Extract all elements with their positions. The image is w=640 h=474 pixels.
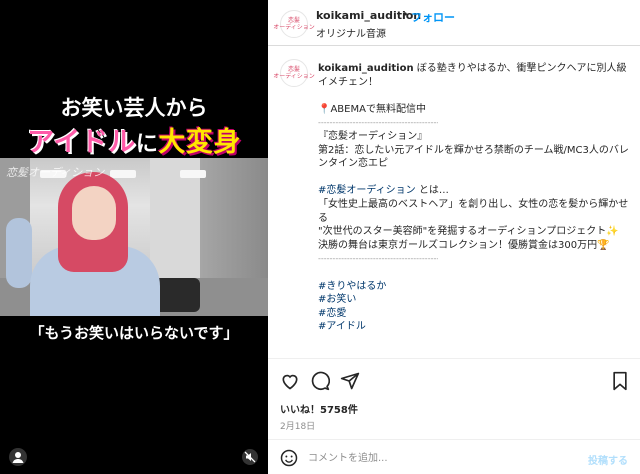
headline-idol: アイドル (27, 127, 136, 158)
avatar[interactable]: 恋髪 オーディション (273, 10, 315, 38)
caption-divider: ----------------------------------------… (318, 254, 438, 264)
caption-desc1: 「女性史上最高のベストヘア」を創り出し、女性の恋を髪から輝かせる (318, 198, 629, 224)
comment-input[interactable] (308, 448, 568, 468)
separator-dot: • (402, 8, 409, 21)
headline-particle: に (135, 132, 159, 157)
heart-icon[interactable] (280, 371, 300, 391)
video-subtitle: 「もうお笑いはいらないです」 (29, 324, 239, 342)
hashtag-link[interactable]: #きりやはるか (318, 280, 630, 294)
video-headline-line1: お笑い芸人から (60, 96, 208, 120)
hashtag-link[interactable]: #恋愛 (318, 307, 630, 321)
audio-label[interactable]: オリジナル音源 (316, 25, 386, 40)
emoji-icon[interactable] (280, 449, 298, 467)
mute-icon[interactable] (242, 449, 258, 465)
post-date[interactable]: 2月18日 (280, 419, 315, 432)
comment-bar: 投稿する (268, 439, 640, 474)
caption-divider: ----------------------------------------… (318, 118, 438, 128)
caption-about-text: とは… (415, 185, 449, 197)
reel-video[interactable]: お笑い芸人から アイドルに大変身 恋髪オーディション 「もうお笑いはいらないです… (0, 0, 268, 474)
avatar[interactable]: 恋髪 オーディション (273, 59, 315, 87)
caption-title: 『恋髪オーディション』 (318, 130, 428, 142)
caption-desc2: "次世代のスター美容師"を発掘するオーディションプロジェクト✨ (318, 226, 619, 238)
caption-abema: 📍ABEMAで無料配信中 (318, 103, 426, 115)
post-header: 恋髪 オーディション koikami_audition • フォロー オリジナル… (268, 0, 640, 46)
hashtag-link[interactable]: #お笑い (318, 293, 630, 307)
post-sidebar: 恋髪 オーディション koikami_audition • フォロー オリジナル… (268, 0, 640, 474)
hashtag-link[interactable]: #恋髪オーディション (318, 185, 416, 196)
caption-about: #恋髪オーディション とは… (318, 184, 630, 198)
caption-final: 決勝の舞台は東京ガールズコレクション！優勝賞金は300万円🏆 (318, 239, 610, 251)
like-count[interactable]: いいね！5758件 (280, 401, 358, 416)
person-arm (6, 218, 32, 288)
follow-button[interactable]: フォロー (411, 9, 455, 25)
user-tag-icon[interactable] (9, 448, 27, 466)
caption-area: 恋髪 オーディション koikami_audition ぼる塾きりやはるか、衝撃… (268, 47, 640, 358)
account-logo: 恋髪 オーディション (273, 66, 315, 80)
ceiling-light (180, 170, 206, 178)
person-face (72, 186, 116, 240)
video-scene (0, 158, 268, 316)
post-comment-button[interactable]: 投稿する (588, 452, 628, 467)
comment-icon[interactable] (310, 371, 331, 391)
caption-text: koikami_audition ぼる塾きりやはるか、衝撃ピンクヘアに別人級イメ… (318, 62, 630, 334)
caption-episode: 第2話：恋したい元アイドルを輝かせろ禁断のチーム戦/MC3人のバレンタイン恋エピ (318, 144, 629, 170)
account-logo: 恋髪 オーディション (273, 17, 315, 31)
video-headline-line2: アイドルに大変身 (0, 120, 268, 159)
headline-transform: 大変身 (158, 127, 241, 158)
bookmark-icon[interactable] (610, 371, 630, 391)
caption-intro: koikami_audition ぼる塾きりやはるか、衝撃ピンクヘアに別人級イメ… (318, 62, 630, 89)
post-actions: いいね！5758件 2月18日 投稿する (268, 358, 640, 474)
share-icon[interactable] (340, 371, 360, 391)
ceiling-light (110, 170, 136, 178)
hashtag-link[interactable]: #アイドル (318, 320, 630, 334)
video-watermark: 恋髪オーディション (6, 166, 105, 179)
caption-username[interactable]: koikami_audition (318, 63, 414, 74)
